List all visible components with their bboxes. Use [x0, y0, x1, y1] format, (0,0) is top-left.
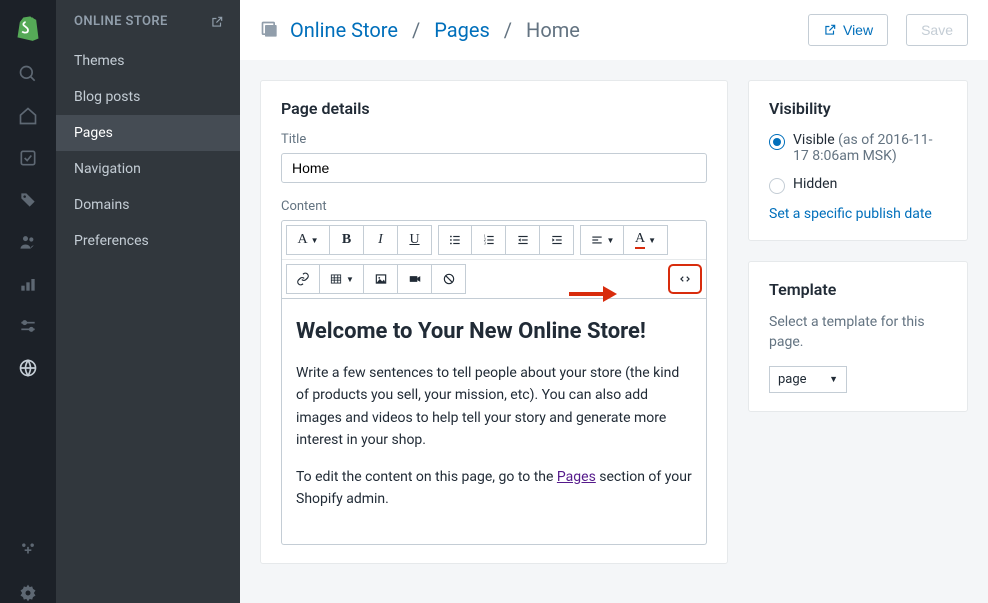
page-details-heading: Page details [281, 99, 707, 118]
chevron-down-icon: ▼ [829, 374, 838, 385]
settings-gear-icon[interactable] [18, 583, 38, 603]
underline-button[interactable]: U [398, 225, 432, 255]
template-card: Template Select a template for this page… [748, 261, 968, 412]
visibility-card: Visibility Visible (as of 2016-11-17 8:0… [748, 80, 968, 241]
home-icon[interactable] [18, 106, 38, 126]
main-content: Online Store / Pages / Home View Save Pa… [240, 0, 988, 603]
orders-icon[interactable] [18, 148, 38, 168]
pages-link[interactable]: Pages [557, 469, 596, 485]
title-input[interactable] [281, 153, 707, 183]
content-label: Content [281, 199, 707, 214]
radio-visible[interactable] [769, 134, 785, 150]
search-icon[interactable] [18, 64, 38, 84]
link-button[interactable] [286, 264, 320, 294]
breadcrumb-sep: / [504, 18, 512, 42]
image-button[interactable] [364, 264, 398, 294]
online-store-icon[interactable] [18, 358, 38, 378]
customers-icon[interactable] [18, 232, 38, 252]
publish-date-link[interactable]: Set a specific publish date [769, 206, 947, 222]
breadcrumb-root[interactable]: Online Store [290, 18, 398, 42]
breadcrumb-section[interactable]: Pages [434, 18, 490, 42]
sidebar-nav: ONLINE STORE Themes Blog posts Pages Nav… [56, 0, 240, 603]
editor-paragraph-2: To edit the content on this page, go to … [296, 466, 692, 511]
external-link-icon[interactable] [210, 15, 224, 29]
visible-label: Visible [793, 132, 835, 148]
hidden-label: Hidden [793, 176, 837, 192]
editor-heading: Welcome to Your New Online Store! [296, 319, 692, 344]
template-selected: page [778, 372, 807, 387]
sidebar-title: ONLINE STORE [74, 14, 168, 29]
sidebar-item-domains[interactable]: Domains [56, 187, 240, 223]
sidebar-item-preferences[interactable]: Preferences [56, 223, 240, 259]
text-color-dropdown[interactable]: A▼ [624, 225, 668, 255]
sidebar-item-navigation[interactable]: Navigation [56, 151, 240, 187]
visibility-hidden-option[interactable]: Hidden [769, 176, 947, 194]
page-stack-icon [260, 20, 280, 40]
save-button[interactable]: Save [906, 14, 968, 46]
title-label: Title [281, 132, 707, 147]
template-description: Select a template for this page. [769, 313, 947, 352]
outdent-button[interactable] [506, 225, 540, 255]
italic-button[interactable]: I [364, 225, 398, 255]
html-code-button[interactable] [668, 264, 702, 294]
visibility-visible-option[interactable]: Visible (as of 2016-11-17 8:06am MSK) [769, 132, 947, 164]
editor-paragraph-1: Write a few sentences to tell people abo… [296, 362, 692, 452]
sidebar-item-themes[interactable]: Themes [56, 43, 240, 79]
breadcrumb-sep: / [412, 18, 420, 42]
radio-hidden[interactable] [769, 178, 785, 194]
visibility-heading: Visibility [769, 99, 947, 118]
settings-sliders-icon[interactable] [18, 316, 38, 336]
shopify-logo-icon [14, 14, 42, 42]
icon-sidebar [0, 0, 56, 603]
content-editor[interactable]: Welcome to Your New Online Store! Write … [281, 299, 707, 545]
template-select[interactable]: page ▼ [769, 366, 847, 393]
sidebar-header: ONLINE STORE [56, 0, 240, 43]
view-button[interactable]: View [808, 14, 888, 46]
indent-button[interactable] [540, 225, 574, 255]
align-dropdown[interactable]: ▼ [580, 225, 624, 255]
view-button-label: View [843, 22, 873, 38]
analytics-icon[interactable] [18, 274, 38, 294]
table-dropdown[interactable]: ▼ [320, 264, 364, 294]
format-dropdown[interactable]: A▼ [286, 225, 330, 255]
clear-format-button[interactable] [432, 264, 466, 294]
bullet-list-button[interactable] [438, 225, 472, 255]
products-icon[interactable] [18, 190, 38, 210]
breadcrumb-current: Home [526, 18, 580, 42]
sidebar-item-blog-posts[interactable]: Blog posts [56, 79, 240, 115]
page-details-card: Page details Title Content A▼ B I U [260, 80, 728, 564]
sidebar-item-pages[interactable]: Pages [56, 115, 240, 151]
svg-text:3: 3 [483, 241, 485, 246]
numbered-list-button[interactable]: 123 [472, 225, 506, 255]
bold-button[interactable]: B [330, 225, 364, 255]
external-link-icon [823, 23, 837, 37]
topbar: Online Store / Pages / Home View Save [240, 0, 988, 60]
editor-toolbar: A▼ B I U 123 [281, 220, 707, 299]
video-button[interactable] [398, 264, 432, 294]
template-heading: Template [769, 280, 947, 299]
apps-icon[interactable] [18, 541, 38, 561]
